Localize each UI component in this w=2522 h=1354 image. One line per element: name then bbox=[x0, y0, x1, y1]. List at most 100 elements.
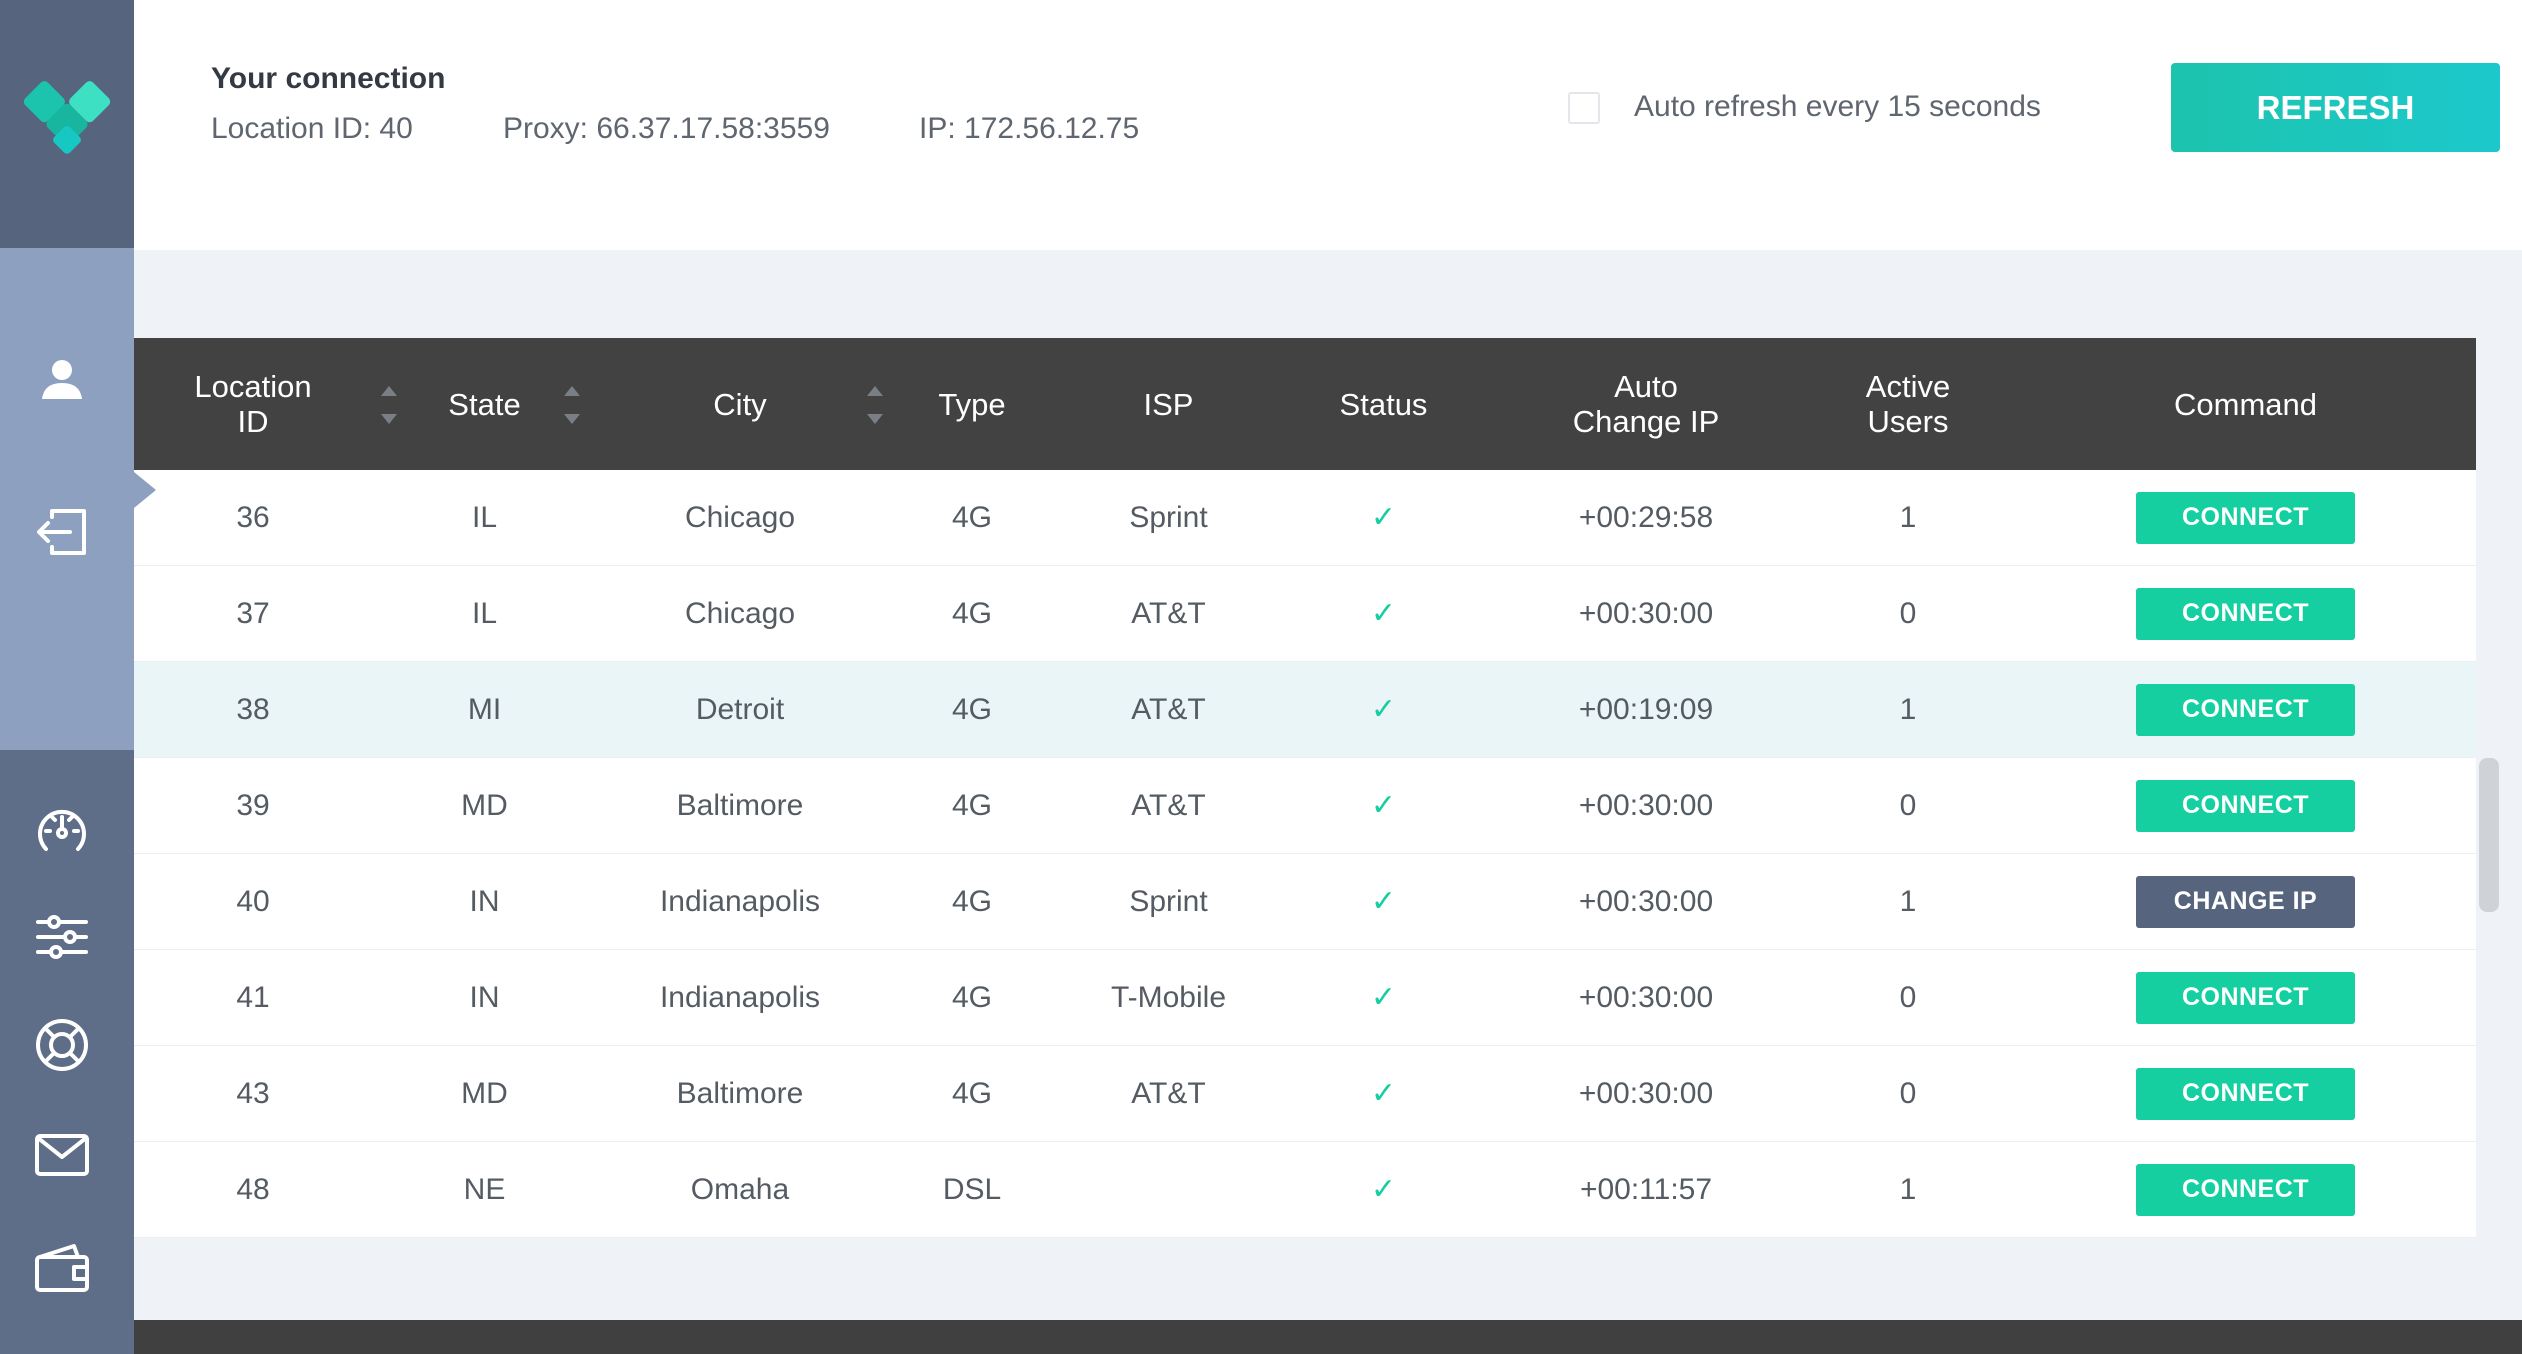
cell-location-id: 43 bbox=[236, 1076, 270, 1110]
cell-auto-change-ip: +00:19:09 bbox=[1578, 692, 1714, 726]
status-ok-icon: ✓ bbox=[1370, 885, 1397, 918]
table-header: Location ID State City Type ISP Status Au… bbox=[134, 338, 2476, 470]
cell-state: IN bbox=[469, 884, 500, 918]
col-isp: ISP bbox=[1143, 386, 1194, 422]
cell-status: ✓ bbox=[1276, 758, 1491, 853]
cell-active-users: 0 bbox=[1899, 980, 1917, 1014]
table-row[interactable]: 48 NE Omaha DSL ✓ +00:11:57 1 CONNECT bbox=[134, 1142, 2476, 1238]
cell-isp: T-Mobile bbox=[1110, 980, 1227, 1014]
table-body: 36 IL Chicago 4G Sprint ✓ +00:29:58 1 CONNECT 37 I… bbox=[134, 470, 2476, 1238]
cell-status: ✓ bbox=[1276, 470, 1491, 565]
locations-table: Location ID State City Type ISP Status Au… bbox=[134, 338, 2476, 1238]
cell-auto-change-ip: +00:30:00 bbox=[1578, 1076, 1714, 1110]
cell-city: Indianapolis bbox=[659, 884, 821, 918]
connect-button[interactable]: CONNECT bbox=[2136, 779, 2355, 832]
cell-type: 4G bbox=[951, 884, 993, 918]
cell-status: ✓ bbox=[1276, 854, 1491, 949]
connect-button[interactable]: CONNECT bbox=[2136, 587, 2355, 640]
cell-state: MD bbox=[461, 788, 508, 822]
table-row[interactable]: 39 MD Baltimore 4G AT&T ✓ +00:30:00 0 CONNECT bbox=[134, 758, 2476, 854]
cell-location-id: 48 bbox=[236, 1172, 270, 1206]
col-city[interactable]: City bbox=[597, 338, 883, 470]
cell-status: ✓ bbox=[1276, 1142, 1491, 1237]
speedometer-icon[interactable] bbox=[30, 797, 94, 861]
cell-city: Omaha bbox=[690, 1172, 790, 1206]
cell-city: Baltimore bbox=[676, 788, 804, 822]
cell-active-users: 0 bbox=[1899, 788, 1917, 822]
cell-active-users: 0 bbox=[1899, 1076, 1917, 1110]
cell-state: NE bbox=[463, 1172, 506, 1206]
logout-icon[interactable] bbox=[30, 500, 94, 564]
status-ok-icon: ✓ bbox=[1370, 597, 1397, 630]
cell-isp: AT&T bbox=[1131, 1076, 1206, 1110]
connection-header: Your connection Location ID: 40 Proxy: 6… bbox=[134, 0, 2522, 250]
sort-icon[interactable] bbox=[867, 386, 883, 424]
status-ok-icon: ✓ bbox=[1370, 501, 1397, 534]
change-ip-button[interactable]: CHANGE IP bbox=[2136, 875, 2355, 928]
wallet-icon[interactable] bbox=[30, 1236, 94, 1300]
cell-auto-change-ip: +00:30:00 bbox=[1578, 596, 1714, 630]
cell-active-users: 1 bbox=[1899, 884, 1917, 918]
cell-status: ✓ bbox=[1276, 1046, 1491, 1141]
cell-type: 4G bbox=[951, 692, 993, 726]
sort-icon[interactable] bbox=[564, 386, 580, 424]
footer-bar bbox=[134, 1320, 2522, 1354]
cell-command: CONNECT bbox=[2015, 758, 2476, 853]
status-ok-icon: ✓ bbox=[1370, 981, 1397, 1014]
col-command: Command bbox=[2174, 386, 2317, 422]
cell-status: ✓ bbox=[1276, 662, 1491, 757]
cell-city: Detroit bbox=[695, 692, 785, 726]
cell-type: 4G bbox=[951, 500, 993, 534]
scrollbar-thumb[interactable] bbox=[2479, 758, 2499, 912]
cell-location-id: 36 bbox=[236, 500, 270, 534]
cell-type: 4G bbox=[951, 1076, 993, 1110]
table-row[interactable]: 41 IN Indianapolis 4G T-Mobile ✓ +00:30:00 0 CON… bbox=[134, 950, 2476, 1046]
table-row[interactable]: 40 IN Indianapolis 4G Sprint ✓ +00:30:00 1 CHANG… bbox=[134, 854, 2476, 950]
cell-location-id: 38 bbox=[236, 692, 270, 726]
col-type: Type bbox=[938, 386, 1006, 422]
refresh-button[interactable]: REFRESH bbox=[2171, 63, 2500, 152]
cell-state: IL bbox=[471, 500, 498, 534]
cell-type: 4G bbox=[951, 980, 993, 1014]
cell-command: CONNECT bbox=[2015, 470, 2476, 565]
cell-active-users: 1 bbox=[1899, 1172, 1917, 1206]
logo-icon bbox=[23, 81, 111, 154]
table-row[interactable]: 38 MI Detroit 4G AT&T ✓ +00:19:09 1 CONNECT bbox=[134, 662, 2476, 758]
mail-icon[interactable] bbox=[30, 1123, 94, 1187]
cell-location-id: 39 bbox=[236, 788, 270, 822]
table-row[interactable]: 37 IL Chicago 4G AT&T ✓ +00:30:00 0 CONNECT bbox=[134, 566, 2476, 662]
cell-status: ✓ bbox=[1276, 950, 1491, 1045]
col-state[interactable]: State bbox=[372, 338, 597, 470]
cell-city: Baltimore bbox=[676, 1076, 804, 1110]
cell-command: CHANGE IP bbox=[2015, 854, 2476, 949]
table-row[interactable]: 36 IL Chicago 4G Sprint ✓ +00:29:58 1 CONNECT bbox=[134, 470, 2476, 566]
cell-active-users: 0 bbox=[1899, 596, 1917, 630]
current-ip: IP: 172.56.12.75 bbox=[919, 112, 1140, 145]
status-ok-icon: ✓ bbox=[1370, 1077, 1397, 1110]
table-row[interactable]: 43 MD Baltimore 4G AT&T ✓ +00:30:00 0 CONNECT bbox=[134, 1046, 2476, 1142]
connect-button[interactable]: CONNECT bbox=[2136, 491, 2355, 544]
connect-button[interactable]: CONNECT bbox=[2136, 1067, 2355, 1120]
cell-command: CONNECT bbox=[2015, 662, 2476, 757]
user-icon[interactable] bbox=[30, 347, 94, 411]
cell-auto-change-ip: +00:30:00 bbox=[1578, 788, 1714, 822]
support-lifebuoy-icon[interactable] bbox=[30, 1013, 94, 1077]
cell-auto-change-ip: +00:29:58 bbox=[1578, 500, 1714, 534]
connect-button[interactable]: CONNECT bbox=[2136, 1163, 2355, 1216]
cell-command: CONNECT bbox=[2015, 1142, 2476, 1237]
cell-command: CONNECT bbox=[2015, 1046, 2476, 1141]
cell-state: MI bbox=[467, 692, 502, 726]
cell-location-id: 37 bbox=[236, 596, 270, 630]
auto-refresh-label[interactable]: Auto refresh every 15 seconds bbox=[1634, 90, 2041, 124]
auto-refresh-checkbox[interactable] bbox=[1568, 92, 1600, 124]
connect-button[interactable]: CONNECT bbox=[2136, 971, 2355, 1024]
status-ok-icon: ✓ bbox=[1370, 789, 1397, 822]
cell-city: Chicago bbox=[684, 500, 796, 534]
cell-type: DSL bbox=[942, 1172, 1002, 1206]
cell-status: ✓ bbox=[1276, 566, 1491, 661]
connect-button[interactable]: CONNECT bbox=[2136, 683, 2355, 736]
cell-isp: AT&T bbox=[1131, 692, 1206, 726]
cell-isp: AT&T bbox=[1131, 788, 1206, 822]
col-location-id[interactable]: Location ID bbox=[134, 338, 397, 470]
settings-sliders-icon[interactable] bbox=[30, 905, 94, 969]
